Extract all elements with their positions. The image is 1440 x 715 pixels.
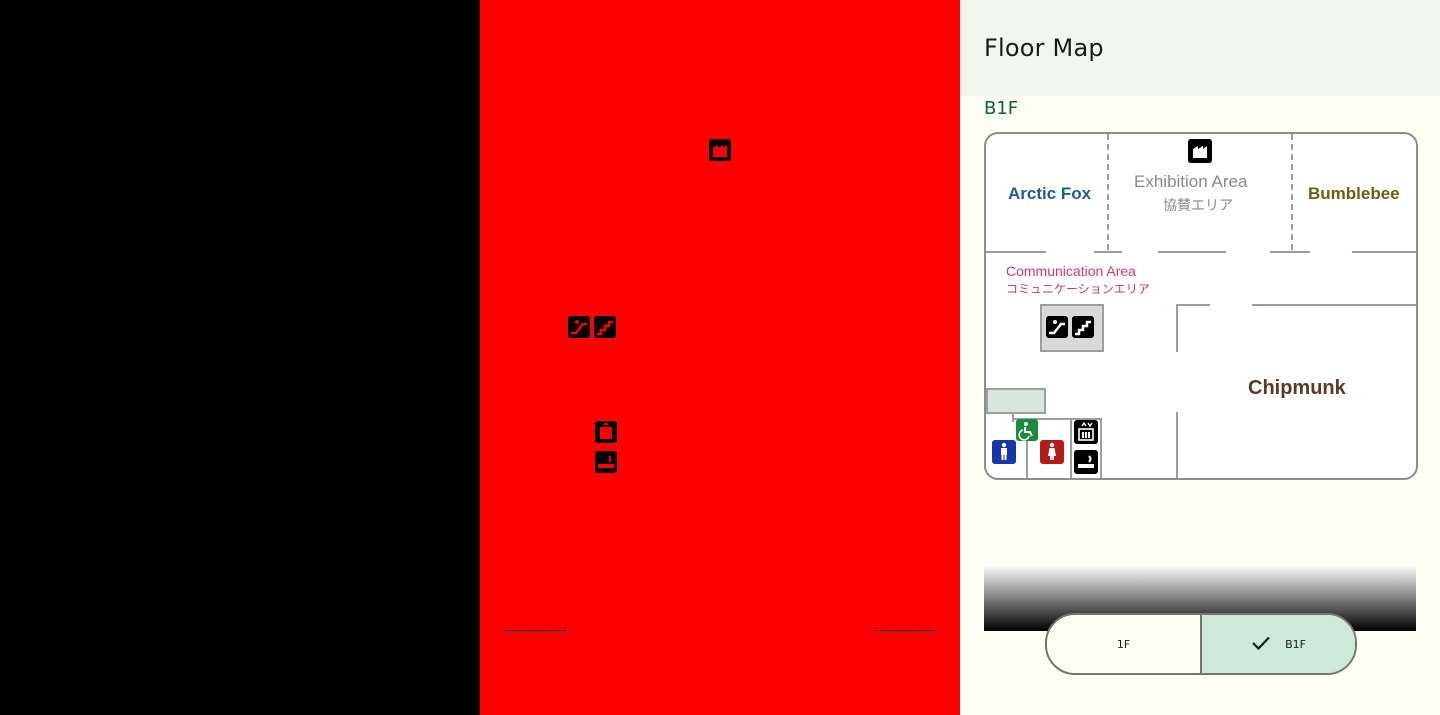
- wall: [1100, 418, 1102, 478]
- escalator-icon: [1046, 316, 1068, 338]
- app-header: Floor Map: [960, 0, 1440, 96]
- stairs-icon: [594, 316, 616, 338]
- middle-pane: [480, 0, 960, 715]
- page-title: Floor Map: [984, 34, 1104, 62]
- exhibition-icon: [1188, 139, 1212, 163]
- smoking-icon: [595, 451, 617, 473]
- wall: [986, 251, 1046, 253]
- elevator-icon: [1074, 420, 1098, 444]
- wall: [1176, 412, 1178, 478]
- wall: [1352, 251, 1416, 253]
- bench-block: [986, 388, 1046, 414]
- womens-restroom-icon: [1040, 440, 1064, 464]
- communication-area-label: Communication Area: [1006, 263, 1136, 279]
- exhibition-area-label: Exhibition Area: [1134, 172, 1248, 191]
- left-pane: [0, 0, 480, 715]
- partition-dash: [1107, 134, 1109, 250]
- accessible-restroom-icon: [1016, 419, 1038, 441]
- mens-restroom-icon: [992, 440, 1016, 464]
- wall: [1270, 251, 1310, 253]
- wall: [1070, 418, 1072, 478]
- escalator-icon: [568, 316, 590, 338]
- partition-dash: [1291, 134, 1293, 250]
- divider-right: [874, 630, 936, 631]
- stairs-icon: [1072, 316, 1094, 338]
- floor-b1f-button[interactable]: B1F: [1200, 615, 1355, 673]
- floor-label: B1F: [984, 98, 1019, 119]
- divider-left: [504, 630, 567, 631]
- floor-map-panel: Floor Map B1F Arctic Fox Exhibition Area…: [960, 0, 1440, 715]
- wall: [1158, 251, 1226, 253]
- wall: [1176, 304, 1210, 306]
- wall: [1176, 304, 1178, 352]
- floor-switch: 1F B1F: [1045, 613, 1357, 675]
- arctic-fox-label: Arctic Fox: [1008, 184, 1092, 203]
- chipmunk-label: Chipmunk: [1248, 377, 1346, 399]
- smoking-area-icon: [1074, 450, 1098, 474]
- floor-1f-label: 1F: [1116, 637, 1131, 651]
- communication-area-jp-label: コミュニケーションエリア: [1006, 282, 1150, 296]
- bumblebee-label: Bumblebee: [1308, 184, 1400, 203]
- floor-1f-button[interactable]: 1F: [1047, 615, 1200, 673]
- elevator-icon: [595, 421, 617, 443]
- check-icon: [1251, 635, 1271, 654]
- wall: [1094, 251, 1122, 253]
- floor-b1f-label: B1F: [1285, 637, 1306, 651]
- wall: [1252, 304, 1416, 306]
- exhibition-icon: [709, 139, 731, 161]
- floor-map[interactable]: Arctic Fox Exhibition Area 協賛エリア Bumbleb…: [984, 132, 1418, 480]
- exhibition-area-jp-label: 協賛エリア: [1163, 198, 1233, 214]
